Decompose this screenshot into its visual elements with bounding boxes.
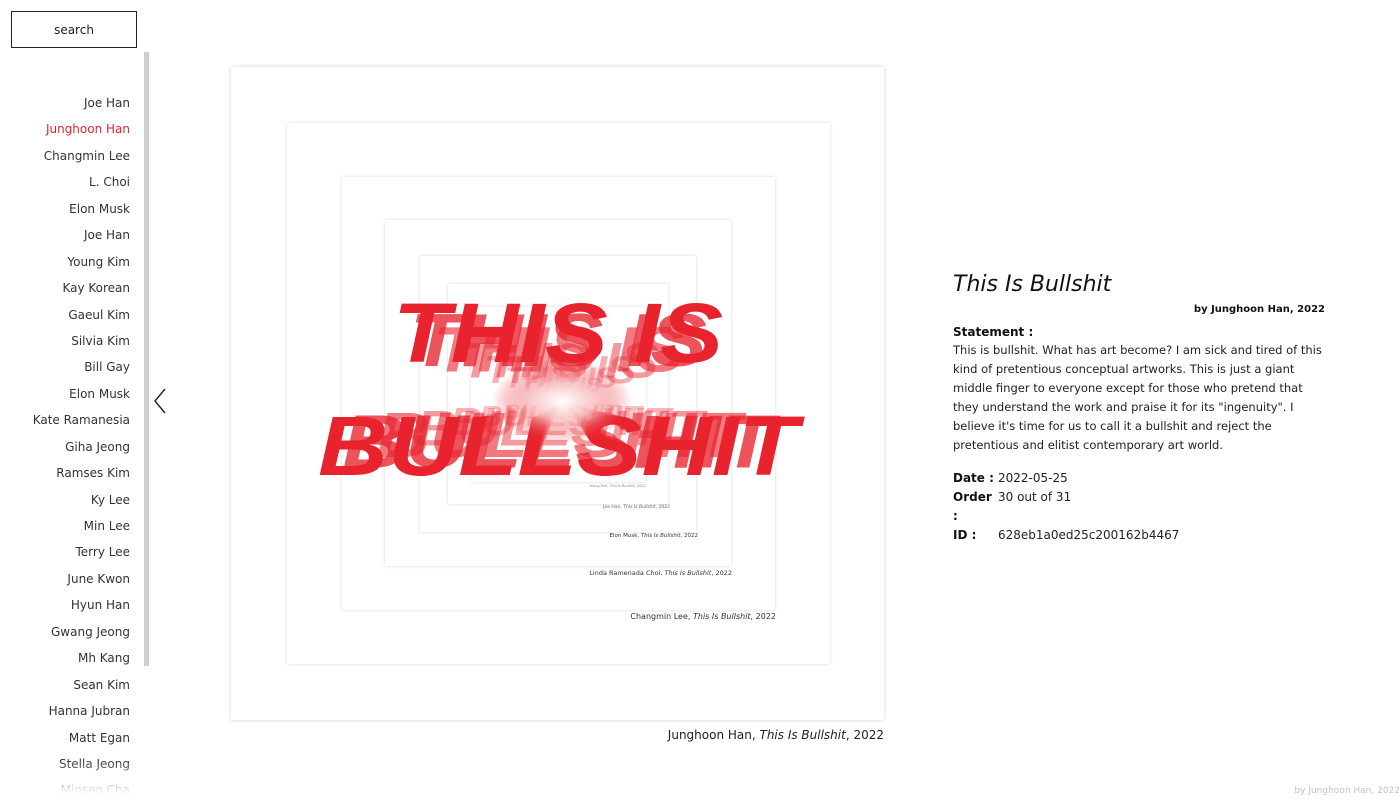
nested-caption-1: Changmin Lee, This Is Bullshit, 2022 [630, 612, 776, 621]
nested-caption-3: Elon Musk, This Is Bullshit, 2022 [609, 533, 698, 539]
sidebar-item[interactable]: L. Choi [33, 175, 130, 201]
statement-text: This is bullshit. What has art become? I… [953, 343, 1322, 452]
nested-caption-2: Linda Ramenada Choi, This Is Bullshit, 2… [589, 569, 732, 577]
sidebar-item[interactable]: Young Kim [33, 255, 130, 281]
sidebar-item[interactable]: Gwang Jeong [33, 625, 130, 651]
sidebar-item[interactable]: Min Lee [33, 519, 130, 545]
sidebar-item[interactable]: Kay Korean [33, 281, 130, 307]
sidebar-item[interactable]: Ramses Kim [33, 466, 130, 492]
sidebar-item[interactable]: Elon Musk [33, 202, 130, 228]
statement-label: Statement : [953, 325, 1034, 339]
sidebar-item[interactable]: Giha Jeong [33, 440, 130, 466]
nested-frame-6 [471, 307, 646, 482]
id-label: ID : [953, 528, 977, 542]
sidebar-item[interactable]: Hanna Jubran [33, 704, 130, 730]
sidebar-item[interactable]: Matt Egan [33, 731, 130, 757]
date-label: Date : [953, 471, 994, 485]
work-byline: by Junghoon Han, 2022 [1193, 304, 1325, 315]
sidebar-item[interactable]: Hyun Han [33, 598, 130, 624]
previous-artwork-button[interactable] [150, 386, 172, 416]
sidebar-item[interactable]: Terry Lee [33, 545, 131, 571]
sidebar-item[interactable]: Minseo Cha [33, 783, 130, 800]
sidebar-item[interactable]: Sean Kim [33, 678, 130, 704]
sidebar-item[interactable]: Gaeul Kim [33, 308, 130, 334]
meta-date: Date : 2022-05-25 [953, 469, 1325, 488]
sidebar-item[interactable]: Silvia Kim [33, 334, 130, 360]
footer-credit: by Junghoon Han, 2022 [1294, 786, 1400, 796]
sidebar-item[interactable]: Kate Ramanesia [33, 413, 130, 439]
nested-caption-5: Young Kim, This Is Bullshit, 2022 [589, 484, 646, 488]
sidebar-item[interactable]: Ky Lee [33, 493, 130, 519]
artwork-caption: Junghoon Han, This Is Bullshit, 2022 [667, 728, 884, 742]
artwork-details: This Is Bullshit by Junghoon Han, 2022 S… [953, 270, 1325, 545]
sidebar-item[interactable]: Stella Jeong [33, 757, 130, 783]
nested-caption-4: Joe Han, This Is Bullshit, 2022 [603, 505, 670, 510]
order-value: 30 out of 31 [998, 490, 1072, 504]
sidebar-item[interactable]: Mh Kang [33, 651, 130, 677]
sidebar-item[interactable]: Joe Han [33, 96, 130, 122]
search-label: search [54, 22, 94, 37]
work-meta: Date : 2022-05-25 Order : 30 out of 31 I… [953, 469, 1325, 545]
sidebar-item[interactable]: Elon Musk [33, 387, 130, 413]
sidebar-item[interactable]: Bill Gay [33, 360, 130, 386]
id-value: 628eb1a0ed25c200162b4467 [998, 528, 1180, 542]
meta-id: ID : 628eb1a0ed25c200162b4467 [953, 526, 1325, 545]
meta-order: Order : 30 out of 31 [953, 488, 1325, 526]
sidebar-item[interactable]: June Kwon [33, 572, 130, 598]
work-title: This Is Bullshit [953, 272, 1112, 297]
order-label: Order : [953, 490, 992, 523]
chevron-left-icon [154, 388, 166, 414]
search-button[interactable]: search [11, 11, 137, 48]
sidebar-scrollbar[interactable] [144, 52, 149, 666]
sidebar-item[interactable]: Joe Han [33, 228, 130, 254]
artist-list: Joe Han Junghoon Han Changmin Lee L. Choi El… [33, 96, 130, 800]
artist-sidebar[interactable]: Joe Han Junghoon Han Changmin Lee L. Choi El… [0, 52, 150, 800]
sidebar-item[interactable]: Changmin Lee [33, 149, 130, 175]
sidebar-item[interactable]: Junghoon Han [33, 122, 130, 148]
artwork-frame[interactable]: Changmin Lee, This Is Bullshit, 2022 Lin… [231, 67, 884, 720]
date-value: 2022-05-25 [998, 471, 1068, 485]
